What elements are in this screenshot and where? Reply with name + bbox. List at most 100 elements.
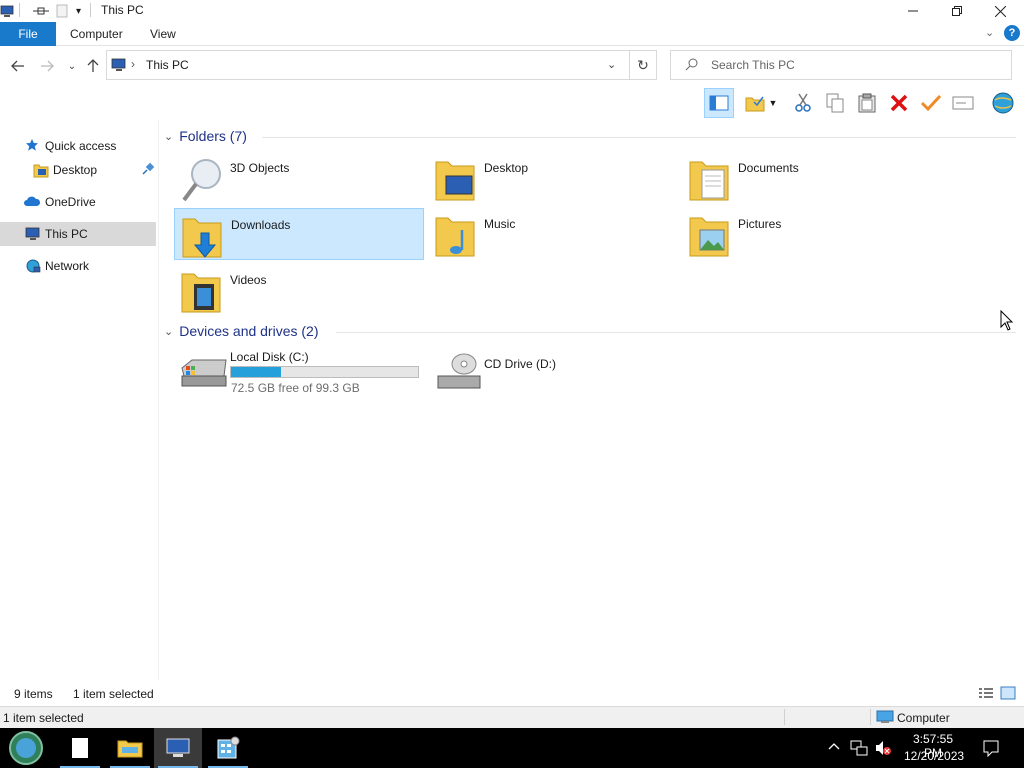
drive-local-disk-c[interactable]: Local Disk (C:) 72.5 GB free of 99.3 GB <box>174 346 424 398</box>
chevron-down-icon: ⌄ <box>164 130 174 143</box>
desktop-folder-icon <box>33 162 49 178</box>
downloads-folder-icon <box>181 213 222 258</box>
sidebar-item-network[interactable]: Network <box>0 254 156 278</box>
folder-desktop[interactable]: Desktop <box>428 152 678 204</box>
breadcrumb-separator[interactable]: › <box>131 57 135 71</box>
sidebar-item-onedrive[interactable]: OneDrive <box>0 190 156 214</box>
computer-icon <box>25 226 41 242</box>
pin-icon[interactable] <box>141 162 157 178</box>
rename-icon[interactable] <box>948 88 978 118</box>
drive-usage-fill <box>231 367 282 377</box>
search-icon <box>685 58 698 74</box>
navigation-pane-icon[interactable] <box>704 88 734 118</box>
drive-free-space: 72.5 GB free of 99.3 GB <box>231 381 360 395</box>
folders-group-header[interactable]: ⌄ Folders (7) <box>164 128 247 144</box>
folder-music[interactable]: Music <box>428 208 678 260</box>
drive-usage-bar <box>230 366 419 378</box>
tab-computer[interactable]: Computer <box>70 22 123 46</box>
up-button[interactable] <box>83 56 103 76</box>
globe-icon[interactable] <box>988 88 1018 118</box>
show-hidden-icons-icon[interactable] <box>828 740 840 754</box>
cut-icon[interactable] <box>788 88 818 118</box>
folder-downloads[interactable]: Downloads <box>174 208 424 260</box>
folder-documents[interactable]: Documents <box>682 152 932 204</box>
folder-name: 3D Objects <box>230 161 290 175</box>
tab-view[interactable]: View <box>150 22 176 46</box>
breadcrumb-this-pc[interactable]: This PC <box>146 58 189 72</box>
zone-label: Computer <box>897 711 950 725</box>
folder-name: Music <box>484 217 516 231</box>
folder-3d-objects[interactable]: 3D Objects <box>174 152 424 204</box>
drive-cd-d[interactable]: CD Drive (D:) <box>428 346 678 398</box>
dropdown-arrow-icon[interactable]: ▼ <box>766 88 780 118</box>
star-icon <box>25 138 41 154</box>
details-view-icon[interactable] <box>978 686 994 703</box>
calculator-taskbar-icon[interactable] <box>204 728 252 768</box>
group-divider <box>336 332 1016 333</box>
start-button[interactable] <box>2 728 50 768</box>
this-pc-taskbar-icon[interactable] <box>154 728 202 768</box>
tab-file[interactable]: File <box>0 22 56 46</box>
close-button[interactable] <box>978 0 1023 22</box>
sidebar-item-label: This PC <box>45 227 88 241</box>
drives-group-header[interactable]: ⌄ Devices and drives (2) <box>164 323 319 339</box>
minimize-button[interactable] <box>890 0 935 22</box>
computer-icon <box>111 57 127 76</box>
desktop-folder-icon <box>434 156 475 201</box>
this-pc-icon <box>0 3 14 19</box>
sidebar-item-this-pc[interactable]: This PC <box>0 222 156 246</box>
notepad-taskbar-icon[interactable] <box>56 728 104 768</box>
folder-pictures[interactable]: Pictures <box>682 208 932 260</box>
folder-videos[interactable]: Videos <box>174 264 424 316</box>
item-count: 9 items <box>14 687 53 701</box>
folder-name: Documents <box>738 161 799 175</box>
action-center-icon[interactable] <box>982 739 1000 760</box>
address-bar[interactable]: › This PC ⌄ <box>106 50 630 80</box>
properties-icon[interactable] <box>32 3 50 19</box>
folder-name: Desktop <box>484 161 529 175</box>
recent-locations-icon[interactable]: ⌄ <box>62 56 82 76</box>
expand-ribbon-icon[interactable]: ⌄ <box>985 26 994 39</box>
hard-drive-icon <box>180 354 227 398</box>
help-icon[interactable]: ? <box>1004 25 1020 41</box>
videos-folder-icon <box>180 268 221 313</box>
pane-divider <box>158 120 159 680</box>
status-selected-text: 1 item selected <box>3 711 84 725</box>
sidebar-item-label: Quick access <box>45 139 117 153</box>
large-icons-view-icon[interactable] <box>1000 686 1016 703</box>
clock-date[interactable]: 12/20/2023 <box>904 749 964 763</box>
delete-icon[interactable] <box>884 88 914 118</box>
sidebar-item-label: Desktop <box>53 163 98 177</box>
taskbar: 3:57:55 PM 12/20/2023 <box>0 728 1024 768</box>
forward-button[interactable] <box>37 56 57 76</box>
sidebar-item-quick-access[interactable]: Quick access <box>0 134 156 158</box>
sidebar-item-label: Network <box>45 259 90 273</box>
new-folder-icon[interactable] <box>56 3 68 19</box>
documents-folder-icon <box>688 156 729 201</box>
file-explorer-taskbar-icon[interactable] <box>106 728 154 768</box>
chevron-down-icon[interactable]: ⌄ <box>607 58 616 71</box>
navigation-bar: ⌄ › This PC ⌄ ↻ Search This PC <box>0 48 1024 84</box>
refresh-button[interactable]: ↻ <box>630 50 657 80</box>
copy-icon[interactable] <box>820 88 850 118</box>
customize-quick-access-icon[interactable]: ▾ <box>76 3 81 19</box>
back-button[interactable] <box>8 56 28 76</box>
network-status-icon[interactable] <box>850 739 868 760</box>
sidebar-item-desktop[interactable]: Desktop <box>0 158 156 182</box>
window-title: This PC <box>101 3 144 17</box>
search-box[interactable]: Search This PC <box>670 50 1012 80</box>
3d-objects-icon <box>180 156 221 202</box>
search-input[interactable]: Search This PC <box>711 58 795 72</box>
sidebar-item-label: OneDrive <box>45 195 96 209</box>
cloud-icon <box>23 194 41 210</box>
cd-drive-icon <box>434 350 481 394</box>
checkmark-icon[interactable] <box>916 88 946 118</box>
toolbar: ▼ <box>700 88 1020 118</box>
volume-muted-icon[interactable] <box>874 739 892 760</box>
ribbon-tabs: File Computer View ⌄ ? <box>0 22 1024 46</box>
pictures-folder-icon <box>688 212 729 257</box>
divider <box>870 709 871 725</box>
selection-count: 1 item selected <box>73 687 154 701</box>
restore-button[interactable] <box>934 0 979 22</box>
paste-icon[interactable] <box>852 88 882 118</box>
